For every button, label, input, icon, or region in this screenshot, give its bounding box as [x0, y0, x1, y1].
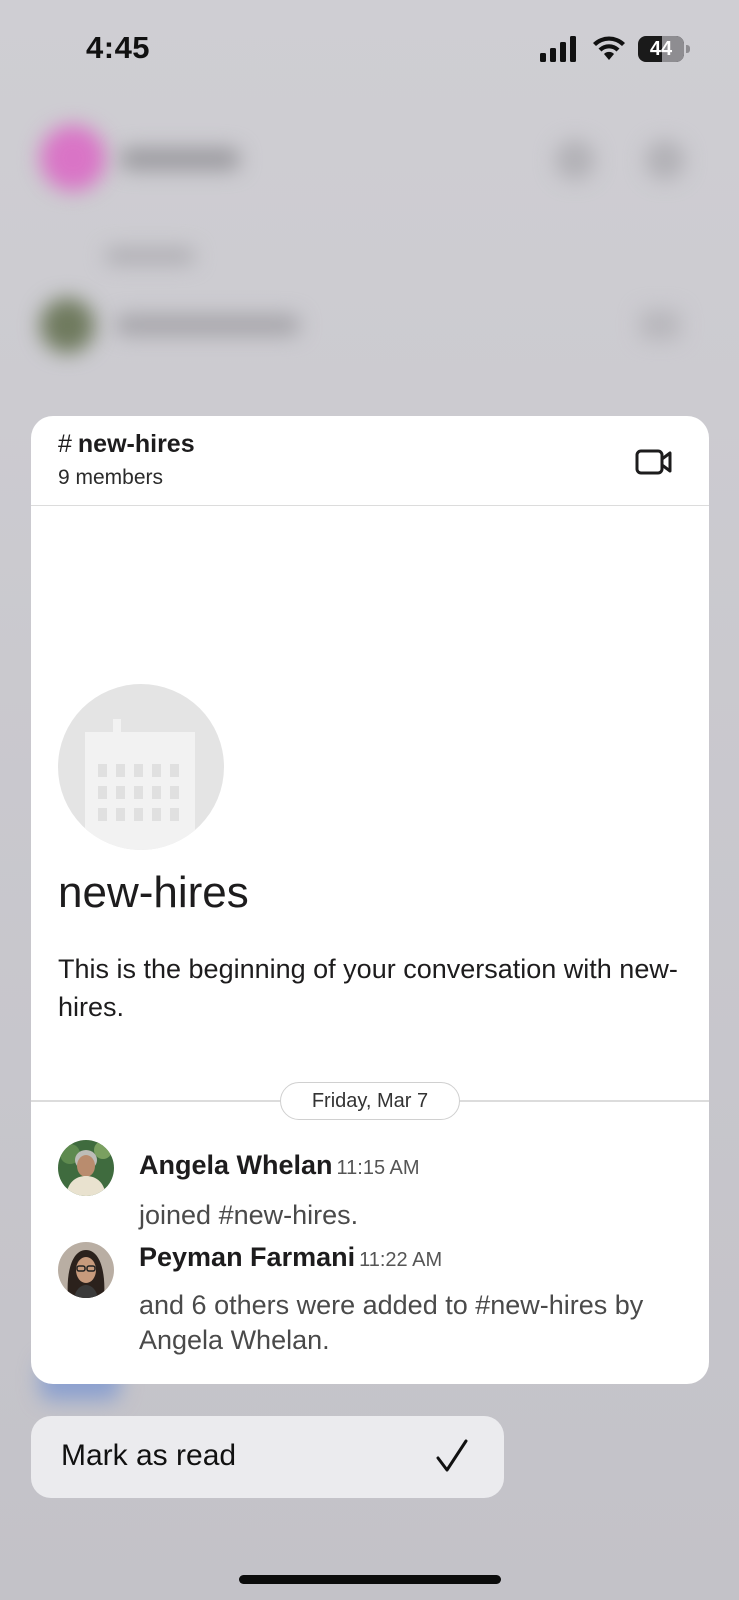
- message-text: joined #new-hires.: [139, 1200, 359, 1230]
- message-author[interactable]: Angela Whelan 11:15 AM: [139, 1150, 420, 1181]
- checkmark-icon: [436, 1439, 468, 1472]
- mark-as-read-button[interactable]: Mark as read: [31, 1416, 504, 1498]
- status-bar: 4:45 44: [0, 0, 739, 100]
- channel-header[interactable]: # new-hires 9 members: [31, 416, 709, 506]
- message-author-name[interactable]: Peyman Farmani: [139, 1242, 355, 1272]
- wifi-icon: [593, 36, 625, 60]
- message-text: and 6 others were added to #new-hires by…: [139, 1290, 644, 1355]
- message-timestamp: 11:15 AM: [336, 1157, 420, 1179]
- battery-percent: 44: [649, 38, 673, 60]
- date-divider-pill[interactable]: Friday, Mar 7: [280, 1082, 460, 1120]
- message-author-name[interactable]: Angela Whelan: [139, 1150, 333, 1180]
- avatar[interactable]: [58, 1242, 114, 1298]
- item-icon-blurred: [640, 310, 680, 340]
- channel-avatar: [58, 684, 224, 850]
- workspace-avatar-blurred: [40, 125, 106, 191]
- item-avatar-blurred: [40, 298, 95, 353]
- cellular-signal-icon: [540, 36, 576, 62]
- video-call-icon[interactable]: [635, 448, 673, 476]
- status-time: 4:45: [86, 30, 151, 65]
- header-button-blurred: [555, 140, 595, 180]
- channel-intro-text: This is the beginning of your conversati…: [58, 954, 678, 1022]
- channel-name-large: new-hires: [58, 868, 249, 917]
- avatar[interactable]: [58, 1140, 114, 1196]
- channel-title: # new-hires: [58, 430, 195, 459]
- home-indicator[interactable]: [239, 1575, 501, 1584]
- user-photo: [58, 1140, 114, 1196]
- mark-as-read-label: Mark as read: [61, 1439, 237, 1472]
- message-author[interactable]: Peyman Farmani 11:22 AM: [139, 1242, 442, 1273]
- user-photo: [58, 1242, 114, 1298]
- section-label-blurred: [105, 248, 195, 264]
- workspace-name-blurred: [120, 148, 240, 170]
- channel-title-name: new-hires: [77, 430, 195, 458]
- channel-member-count[interactable]: 9 members: [58, 466, 163, 490]
- header-button-blurred: [645, 140, 685, 180]
- channel-preview-card[interactable]: # new-hires 9 members new-hires This is t…: [31, 416, 709, 1384]
- item-name-blurred: [115, 315, 300, 335]
- message-timestamp: 11:22 AM: [359, 1249, 443, 1271]
- battery-indicator: 44: [638, 36, 690, 62]
- hash-icon: #: [58, 430, 72, 458]
- building-icon: [85, 719, 195, 850]
